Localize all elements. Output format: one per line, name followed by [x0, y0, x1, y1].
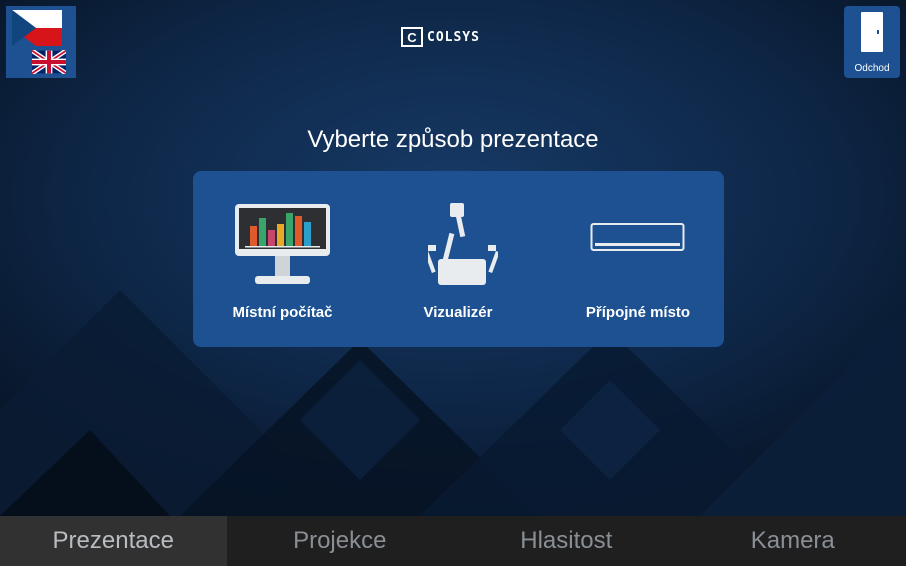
tab-kamera[interactable]: Kamera	[680, 516, 906, 566]
connection-box-icon	[590, 223, 685, 251]
tab-projekce[interactable]: Projekce	[227, 516, 454, 566]
source-label: Místní počítač	[232, 304, 333, 321]
door-icon	[861, 12, 883, 52]
language-selector[interactable]	[6, 6, 76, 78]
tab-prezentace[interactable]: Prezentace	[0, 516, 227, 566]
source-label: Vizualizér	[423, 304, 493, 321]
bottom-tab-bar: Prezentace Projekce Hlasitost Kamera	[0, 516, 906, 566]
exit-button[interactable]: Odchod	[844, 6, 900, 78]
touch-panel-screen: C COLSYS Odchod Vyberte způsob prezentac…	[0, 0, 906, 566]
logo-mark: C	[401, 27, 423, 47]
logo-text: COLSYS	[427, 29, 480, 45]
source-label: Přípojné místo	[585, 304, 691, 321]
source-visualizer[interactable]: Vizualizér	[383, 171, 533, 347]
source-selection-panel: Místní počítač Vizualizér Přípojné místo	[193, 171, 724, 347]
exit-label: Odchod	[854, 63, 890, 74]
tab-hlasitost[interactable]: Hlasitost	[453, 516, 680, 566]
page-title: Vyberte způsob prezentace	[307, 126, 599, 153]
computer-monitor-icon	[235, 204, 330, 284]
flag-uk-icon	[32, 50, 66, 74]
colsys-logo: C COLSYS	[401, 27, 480, 47]
source-local-computer[interactable]: Místní počítač	[205, 171, 360, 347]
document-camera-icon	[428, 203, 498, 285]
source-connection-point[interactable]: Přípojné místo	[558, 171, 718, 347]
